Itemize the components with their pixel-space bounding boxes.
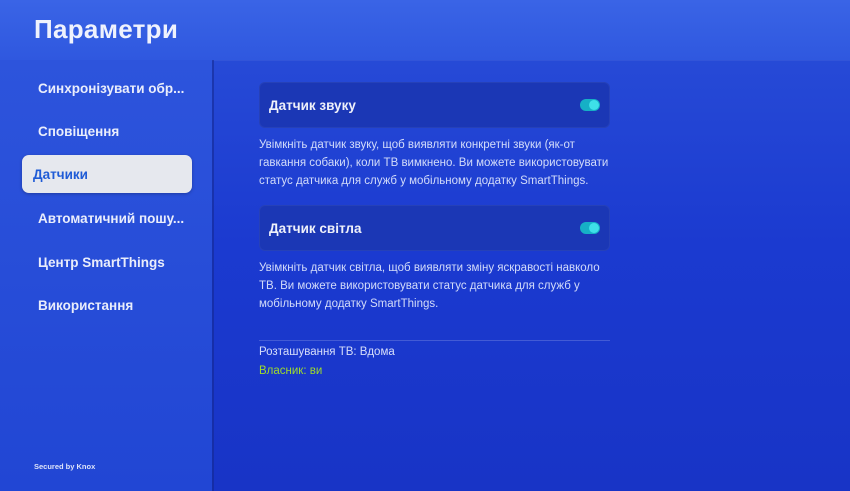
sound-sensor-toggle[interactable] xyxy=(580,99,600,111)
sidebar-item-usage[interactable]: Використання xyxy=(22,286,192,324)
owner-label: Власник: ви xyxy=(259,365,323,377)
sound-sensor-description: Увімкніть датчик звуку, щоб виявляти кон… xyxy=(259,139,609,187)
sidebar-item-auto-search[interactable]: Автоматичний пошу... xyxy=(22,199,192,237)
sound-sensor-row[interactable]: Датчик звуку xyxy=(259,82,610,128)
sidebar-item-smartthings-hub[interactable]: Центр SmartThings xyxy=(22,243,192,281)
page-title: Параметри xyxy=(34,14,179,44)
light-sensor-toggle[interactable] xyxy=(580,222,600,234)
sidebar-item-notifications[interactable]: Сповіщення xyxy=(22,112,192,150)
main-panel: Датчик звуку Увімкніть датчик звуку, щоб… xyxy=(214,60,850,491)
sidebar: Синхронізувати обр... Сповіщення Датчики… xyxy=(0,60,212,491)
sidebar-item-sync[interactable]: Синхронізувати обр... xyxy=(22,69,192,107)
tv-location: Розташування ТВ: Вдома xyxy=(259,346,395,358)
sound-sensor-label: Датчик звуку xyxy=(269,97,356,113)
sidebar-item-sensors[interactable]: Датчики xyxy=(22,155,192,193)
light-sensor-label: Датчик світла xyxy=(269,220,362,236)
light-sensor-description: Увімкніть датчик світла, щоб виявляти зм… xyxy=(259,262,600,310)
toggle-knob xyxy=(589,223,599,233)
page-header: Параметри xyxy=(0,0,850,60)
light-sensor-row[interactable]: Датчик світла xyxy=(259,205,610,251)
secured-by-knox: Secured by Knox xyxy=(34,462,96,471)
toggle-knob xyxy=(589,100,599,110)
info-divider xyxy=(259,340,610,341)
